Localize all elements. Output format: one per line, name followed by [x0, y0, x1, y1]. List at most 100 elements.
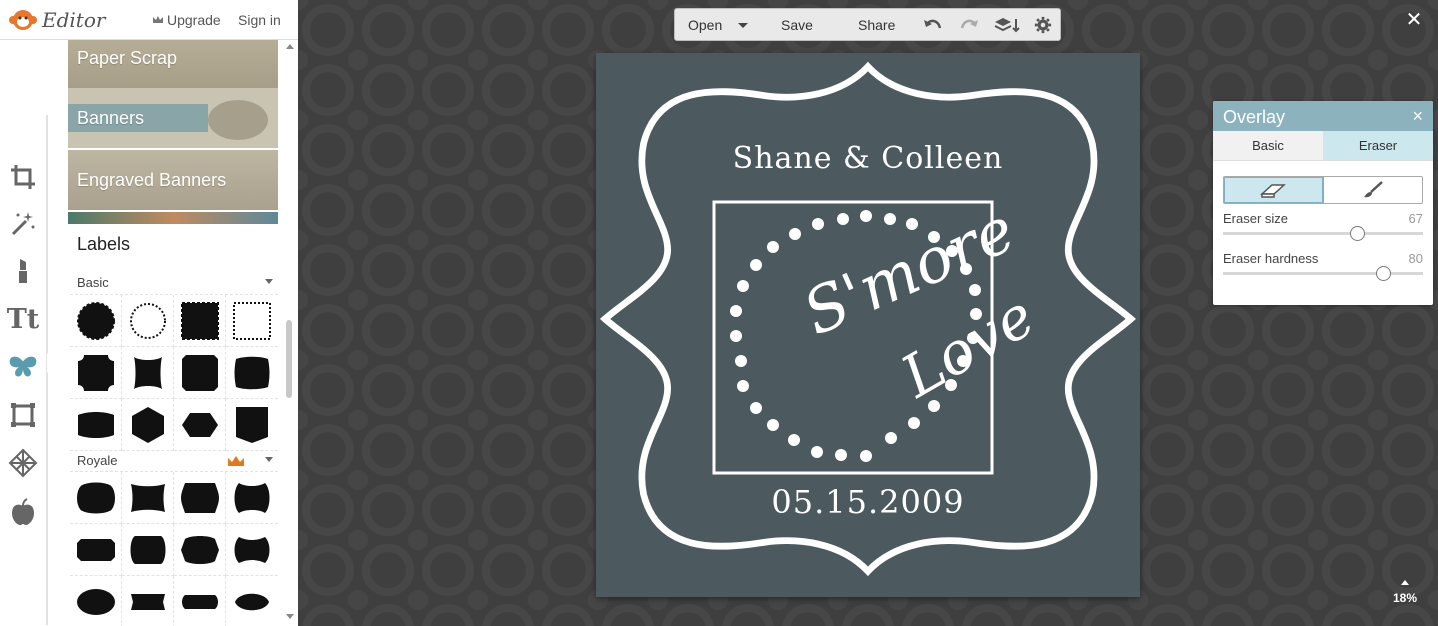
- crown-icon: [153, 16, 163, 23]
- group-header-royale[interactable]: Royale: [77, 453, 273, 468]
- label-shape[interactable]: [70, 524, 122, 576]
- slider-knob[interactable]: [1376, 266, 1391, 281]
- upgrade-label: Upgrade: [167, 12, 221, 28]
- open-button[interactable]: Open: [688, 17, 722, 33]
- undo-icon[interactable]: [923, 16, 943, 34]
- label-shape[interactable]: [70, 576, 122, 626]
- slider-track[interactable]: [1223, 226, 1423, 241]
- layers-icon[interactable]: [993, 16, 1021, 34]
- overlay-panel: Overlay × Basic Eraser Eraser size 67 Er…: [1213, 101, 1433, 305]
- label-shape[interactable]: [174, 576, 226, 626]
- label-shape[interactable]: [174, 295, 226, 347]
- overlay-tabs: Basic Eraser: [1213, 131, 1433, 161]
- logo[interactable]: Editor: [8, 8, 105, 32]
- label-shape[interactable]: [226, 399, 278, 451]
- zoom-indicator[interactable]: 18%: [1388, 580, 1422, 605]
- text-tool-button[interactable]: Tt: [6, 303, 40, 335]
- brush-icon: [1363, 181, 1383, 198]
- effects-tool-button[interactable]: [8, 208, 38, 238]
- label-shape[interactable]: [122, 399, 174, 451]
- slider-track[interactable]: [1223, 266, 1423, 281]
- tab-basic[interactable]: Basic: [1213, 131, 1323, 160]
- tab-eraser[interactable]: Eraser: [1323, 131, 1433, 160]
- close-icon[interactable]: ×: [1412, 106, 1423, 127]
- zoom-up-icon: [1401, 580, 1409, 585]
- category-banners[interactable]: Banners: [68, 88, 278, 148]
- label-shape[interactable]: [70, 347, 122, 399]
- label-shape[interactable]: [70, 295, 122, 347]
- app-header: Editor Upgrade Sign in: [0, 0, 298, 40]
- monkey-logo-icon: [9, 9, 37, 30]
- scroll-thumb[interactable]: [286, 320, 292, 398]
- settings-gear-icon[interactable]: [1033, 16, 1053, 34]
- label-shape[interactable]: [70, 472, 122, 524]
- eraser-size-label: Eraser size: [1223, 211, 1289, 226]
- upgrade-link[interactable]: Upgrade: [152, 12, 221, 28]
- crop-tool-button[interactable]: [8, 162, 38, 192]
- design-canvas[interactable]: S'more Love Shane & Colleen 05.15.2009: [596, 53, 1140, 597]
- overlays-tool-button[interactable]: [8, 352, 38, 382]
- signin-link[interactable]: Sign in: [238, 12, 281, 28]
- basic-labels-grid: [70, 294, 278, 451]
- zoom-value: 18%: [1392, 591, 1418, 605]
- crop-icon: [11, 165, 35, 189]
- label-shape[interactable]: [226, 576, 278, 626]
- label-shape[interactable]: [174, 472, 226, 524]
- label-shape[interactable]: [70, 399, 122, 451]
- label-shape[interactable]: [226, 472, 278, 524]
- label-shape[interactable]: [226, 524, 278, 576]
- redo-icon[interactable]: [959, 16, 979, 34]
- open-dropdown-icon[interactable]: [738, 23, 748, 28]
- category-preview-strip[interactable]: [68, 212, 278, 224]
- eraser-mode-button[interactable]: [1224, 177, 1324, 203]
- banner-illustration: [208, 100, 268, 140]
- label-shape[interactable]: [174, 524, 226, 576]
- label-shape[interactable]: [226, 347, 278, 399]
- app-name: Editor: [42, 7, 106, 32]
- overlay-title: Overlay: [1223, 107, 1286, 127]
- group-header-basic[interactable]: Basic: [77, 275, 273, 290]
- names-text: Shane & Colleen: [732, 141, 1004, 176]
- label-shape[interactable]: [122, 576, 174, 626]
- chevron-down-icon: [265, 457, 273, 462]
- category-label: Banners: [77, 108, 145, 128]
- active-tool-pointer: [47, 353, 57, 373]
- save-button[interactable]: Save: [781, 17, 813, 33]
- group-label: Basic: [77, 275, 109, 290]
- scroll-down-arrow[interactable]: [286, 614, 294, 619]
- brush-mode-button[interactable]: [1324, 177, 1423, 203]
- label-shape[interactable]: [122, 295, 174, 347]
- overlay-header: Overlay ×: [1213, 101, 1433, 131]
- frames-tool-button[interactable]: [8, 400, 38, 430]
- label-shape[interactable]: [122, 524, 174, 576]
- textures-tool-button[interactable]: [8, 448, 38, 478]
- royale-labels-grid: [70, 471, 278, 626]
- text-icon: Tt: [6, 303, 40, 335]
- category-engraved-banners[interactable]: Engraved Banners: [68, 150, 278, 210]
- eraser-hardness-slider: Eraser hardness 80: [1223, 251, 1423, 281]
- label-shape[interactable]: [122, 347, 174, 399]
- label-shape[interactable]: [174, 399, 226, 451]
- category-label: Engraved Banners: [77, 170, 227, 190]
- group-label: Royale: [77, 453, 118, 468]
- label-shape[interactable]: [174, 347, 226, 399]
- texture-icon: [8, 448, 38, 478]
- touchup-tool-button[interactable]: [8, 255, 38, 285]
- label-shape[interactable]: [122, 472, 174, 524]
- eraser-size-slider: Eraser size 67: [1223, 211, 1423, 241]
- premium-crown-icon: [228, 456, 244, 466]
- section-title: Labels: [77, 234, 131, 254]
- slider-knob[interactable]: [1350, 226, 1365, 241]
- themes-tool-button[interactable]: [8, 497, 38, 527]
- eraser-icon: [1260, 184, 1287, 198]
- close-editor-button[interactable]: ✕: [1404, 10, 1424, 30]
- lipstick-icon: [19, 259, 27, 283]
- magic-wand-icon: [11, 212, 35, 236]
- label-shape[interactable]: [226, 295, 278, 347]
- category-label: Paper Scrap: [77, 48, 178, 68]
- scroll-up-arrow[interactable]: [286, 44, 294, 49]
- eraser-size-value: 67: [1408, 211, 1423, 226]
- share-button[interactable]: Share: [858, 17, 895, 33]
- apple-icon: [12, 498, 34, 525]
- date-text: 05.15.2009: [771, 483, 965, 521]
